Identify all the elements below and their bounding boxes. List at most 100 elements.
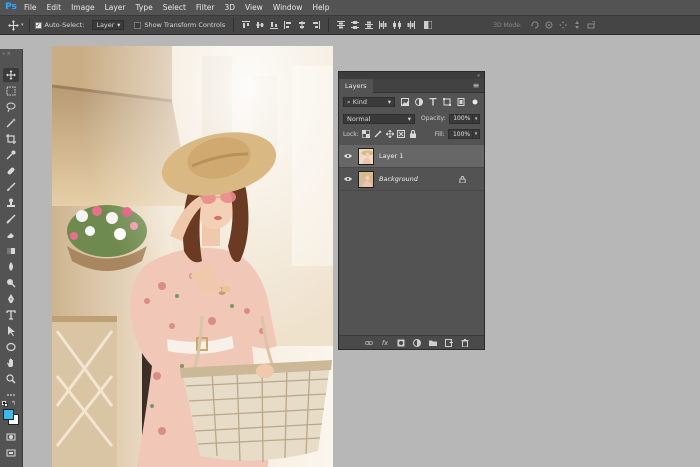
menu-file[interactable]: File [24, 3, 37, 12]
path-selection-tool[interactable] [3, 324, 19, 338]
tab-layers[interactable]: Layers [339, 78, 373, 93]
lock-icon[interactable] [459, 176, 466, 183]
smart-object-filter-icon[interactable] [456, 98, 465, 107]
lasso-tool[interactable] [3, 100, 19, 114]
distribute-bottom-icon[interactable] [365, 21, 374, 29]
fill-input[interactable]: 100% [447, 129, 474, 139]
align-right-icon[interactable] [312, 21, 321, 29]
menu-image[interactable]: Image [71, 3, 95, 12]
blend-mode-dropdown[interactable]: Normal ▾ [343, 113, 415, 124]
distribute-top-icon[interactable] [337, 21, 346, 29]
magic-wand-tool[interactable] [3, 116, 19, 130]
3d-roll-icon[interactable] [545, 21, 553, 29]
move-tool[interactable] [3, 68, 19, 82]
shape-layer-filter-icon[interactable] [442, 98, 451, 107]
align-horizontal-center-icon[interactable] [298, 21, 306, 29]
screen-mode-icon[interactable] [3, 446, 19, 460]
layer-row-background[interactable]: Background [339, 168, 484, 191]
lock-transparent-pixels-icon[interactable] [362, 130, 371, 139]
collapse-panel-icon[interactable]: « [477, 73, 480, 79]
auto-align-layers-icon[interactable] [424, 21, 433, 29]
opacity-slider-toggle[interactable]: ▾ [473, 113, 480, 124]
quick-mask-icon[interactable] [3, 430, 19, 444]
menu-type[interactable]: Type [136, 3, 153, 12]
swap-colors-icon[interactable]: ↰ [11, 400, 16, 407]
auto-select-target-dropdown[interactable]: Layer ▾ [92, 20, 125, 30]
visibility-eye-icon[interactable] [342, 145, 354, 168]
distribute-vertical-center-icon[interactable] [351, 21, 360, 29]
gradient-tool[interactable] [3, 244, 19, 258]
panel-menu-icon[interactable]: ≡ [471, 81, 481, 91]
link-layers-icon[interactable] [364, 338, 374, 348]
layer-name[interactable]: Background [379, 175, 418, 183]
layer-row-layer-1[interactable]: Layer 1 [339, 145, 484, 168]
menu-filter[interactable]: Filter [196, 3, 215, 12]
filter-kind-dropdown[interactable]: ⌕ Kind ▾ [343, 97, 395, 107]
new-layer-icon[interactable] [444, 338, 454, 348]
type-tool[interactable] [3, 308, 19, 322]
pixel-layer-filter-icon[interactable] [400, 98, 409, 107]
zoom-tool[interactable] [3, 372, 19, 386]
fill-slider-toggle[interactable]: ▾ [473, 129, 480, 139]
tools-panel: » × ↰ [0, 49, 23, 467]
foreground-color-swatch[interactable] [3, 409, 14, 420]
lock-all-icon[interactable] [409, 130, 418, 139]
menu-view[interactable]: View [245, 3, 263, 12]
pen-tool[interactable] [3, 292, 19, 306]
align-vertical-center-icon[interactable] [256, 21, 265, 29]
chevron-down-icon: ▾ [387, 98, 391, 106]
3d-scale-icon[interactable] [587, 21, 595, 29]
dodge-tool[interactable] [3, 276, 19, 290]
add-layer-mask-icon[interactable] [396, 338, 406, 348]
lock-image-pixels-icon[interactable] [373, 130, 382, 139]
panel-collapse-icon[interactable]: » × [2, 51, 11, 57]
filter-toggle-icon[interactable] [470, 98, 479, 107]
eraser-tool[interactable] [3, 228, 19, 242]
auto-select-option[interactable]: ✓ Auto-Select: [34, 21, 84, 29]
shape-tool[interactable] [3, 340, 19, 354]
hand-tool[interactable] [3, 356, 19, 370]
delete-layer-trash-icon[interactable] [460, 338, 470, 348]
menu-window[interactable]: Window [273, 3, 303, 12]
3d-slide-icon[interactable] [573, 21, 581, 29]
type-layer-filter-icon[interactable] [428, 98, 437, 107]
opacity-input[interactable]: 100% [448, 113, 474, 124]
show-transform-option[interactable]: Show Transform Controls [134, 21, 225, 29]
show-transform-checkbox[interactable] [134, 21, 142, 29]
crop-tool[interactable] [3, 132, 19, 146]
new-adjustment-layer-icon[interactable] [412, 338, 422, 348]
distribute-right-icon[interactable] [407, 21, 416, 29]
adjustment-layer-filter-icon[interactable] [414, 98, 423, 107]
align-left-icon[interactable] [284, 21, 292, 29]
menu-help[interactable]: Help [312, 3, 329, 12]
align-bottom-icon[interactable] [270, 21, 279, 29]
layer-style-fx-icon[interactable]: fx [380, 338, 390, 348]
document-canvas[interactable] [52, 46, 333, 467]
distribute-left-icon[interactable] [379, 21, 387, 29]
separator [233, 18, 235, 32]
auto-select-checkbox[interactable]: ✓ [34, 21, 42, 29]
3d-drag-icon[interactable] [558, 21, 567, 29]
lock-position-icon[interactable] [385, 130, 394, 139]
blur-tool[interactable] [3, 260, 19, 274]
layer-name[interactable]: Layer 1 [379, 152, 403, 160]
menu-layer[interactable]: Layer [105, 3, 126, 12]
healing-brush-tool[interactable] [3, 164, 19, 178]
visibility-eye-icon[interactable] [342, 168, 354, 191]
align-top-icon[interactable] [242, 21, 251, 29]
history-brush-tool[interactable] [3, 212, 19, 226]
prevent-auto-nesting-icon[interactable] [397, 130, 406, 139]
new-group-folder-icon[interactable] [428, 338, 438, 348]
brush-tool[interactable] [3, 180, 19, 194]
distribute-horizontal-center-icon[interactable] [393, 21, 402, 29]
layer-thumbnail [358, 147, 374, 165]
menu-select[interactable]: Select [163, 3, 186, 12]
menu-3d[interactable]: 3D [224, 3, 235, 12]
eyedropper-tool[interactable] [3, 148, 19, 162]
3d-rotate-icon[interactable] [530, 21, 539, 29]
default-colors-icon[interactable] [2, 401, 10, 409]
move-tool-preset[interactable]: ▾ [8, 19, 24, 31]
marquee-tool[interactable] [3, 84, 19, 98]
clone-stamp-tool[interactable] [3, 196, 19, 210]
menu-edit[interactable]: Edit [47, 3, 62, 12]
